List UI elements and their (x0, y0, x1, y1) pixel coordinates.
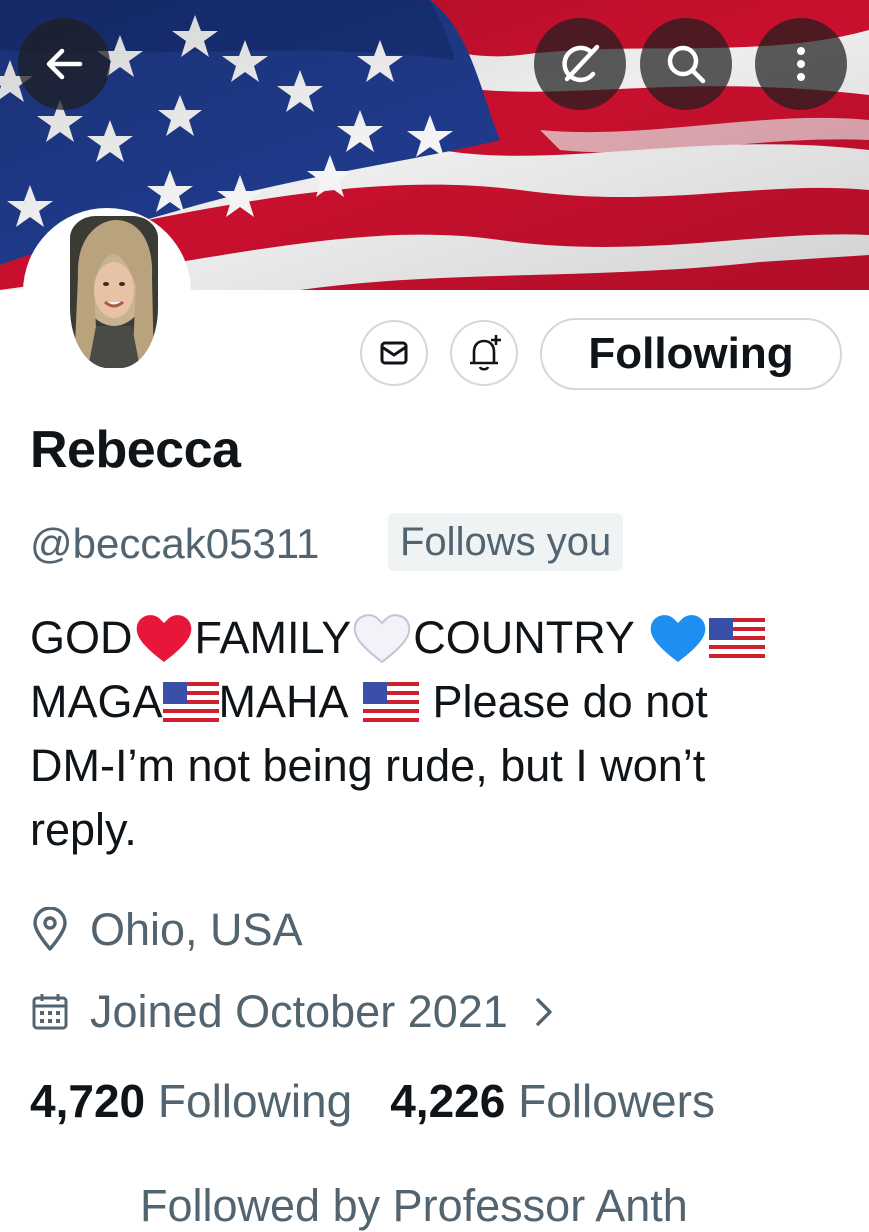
bio-line-2: MAGA MAHA Please do not (30, 670, 850, 734)
back-button[interactable] (18, 18, 110, 110)
calendar-icon (32, 994, 68, 1030)
following-button[interactable]: Following (540, 318, 842, 390)
grok-button[interactable] (534, 18, 626, 110)
us-flag-emoji-icon (362, 682, 419, 722)
us-flag-emoji-icon (708, 618, 765, 658)
bio-text-maha: MAHA (218, 676, 349, 727)
bio-text-god: GOD (30, 612, 133, 663)
bio-line-4: reply. (30, 804, 137, 855)
following-count: 4,720 (30, 1075, 146, 1127)
white-heart-icon (353, 614, 411, 664)
bell-plus-icon (470, 335, 501, 371)
followers-count: 4,226 (390, 1075, 506, 1127)
grok-icon (562, 44, 600, 83)
avatar[interactable] (70, 216, 158, 368)
profile-joined[interactable]: Joined October 2021 (30, 986, 556, 1038)
followers-stat[interactable]: 4,226 Followers (390, 1074, 715, 1128)
search-button[interactable] (640, 18, 732, 110)
avatar-photo (70, 216, 158, 368)
message-button[interactable] (360, 320, 428, 386)
bio-line-1: GOD FAMILY COUNTRY (30, 606, 850, 670)
more-button[interactable] (755, 18, 847, 110)
location-text: Ohio, USA (90, 904, 303, 955)
bio-text-family: FAMILY (194, 612, 352, 663)
profile-bio: GOD FAMILY COUNTRY MAGA MAHA Please do n… (30, 606, 850, 862)
following-label: Following (157, 1075, 353, 1127)
following-stat[interactable]: 4,720 Following (30, 1074, 352, 1128)
bio-line-3: DM-I’m not being rude, but I won’t (30, 740, 706, 791)
more-vertical-icon (797, 47, 805, 81)
profile-location: Ohio, USA (30, 904, 303, 956)
profile-name: Rebecca (30, 421, 241, 479)
chevron-right-icon (536, 998, 552, 1026)
joined-text: Joined October 2021 (90, 986, 508, 1037)
notifications-button[interactable] (450, 320, 518, 386)
location-pin-icon (33, 907, 67, 951)
envelope-icon (380, 341, 408, 365)
arrow-left-icon (46, 48, 83, 80)
profile-handle: @beccak05311 (30, 520, 320, 567)
bio-text-please: Please do not (432, 676, 708, 727)
blue-heart-icon (650, 615, 706, 662)
bio-text-maga: MAGA (30, 676, 163, 727)
red-heart-icon (136, 615, 191, 662)
bio-text-country: COUNTRY (413, 612, 635, 663)
follow-stats: 4,720 Following 4,226 Followers (30, 1074, 715, 1128)
followed-by-text[interactable]: Followed by Professor Anth (140, 1180, 688, 1232)
us-flag-emoji-icon (162, 682, 219, 722)
search-icon (667, 45, 706, 84)
followers-label: Followers (518, 1075, 715, 1127)
follows-you-badge: Follows you (388, 513, 624, 571)
